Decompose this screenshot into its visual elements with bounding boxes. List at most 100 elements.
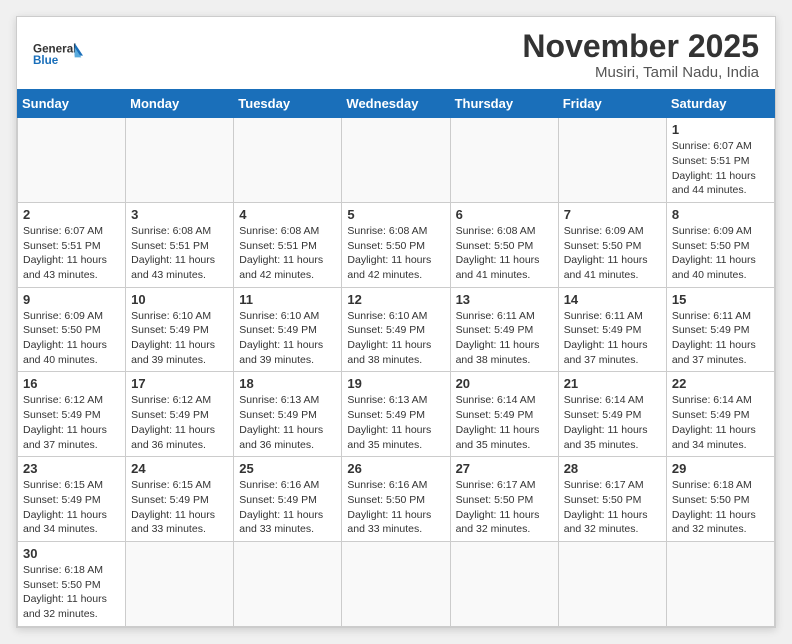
day-number: 27 <box>456 461 553 476</box>
day-number: 12 <box>347 292 444 307</box>
day-number: 25 <box>239 461 336 476</box>
calendar-cell: 19 Sunrise: 6:13 AM Sunset: 5:49 PM Dayli… <box>342 372 450 457</box>
day-number: 16 <box>23 376 120 391</box>
day-of-week-header: Wednesday <box>342 90 450 118</box>
day-number: 9 <box>23 292 120 307</box>
calendar-cell <box>234 118 342 203</box>
calendar-cell: 29Sunrise: 6:18 AM Sunset: 5:50 PM Dayli… <box>666 457 774 542</box>
calendar-cell <box>558 118 666 203</box>
day-info: Sunrise: 6:09 AM Sunset: 5:50 PM Dayligh… <box>23 309 120 368</box>
day-info: Sunrise: 6:10 AM Sunset: 5:49 PM Dayligh… <box>131 309 228 368</box>
calendar-cell: 23 Sunrise: 6:15 AM Sunset: 5:49 PM Dayli… <box>18 457 126 542</box>
calendar-cell: 1 Sunrise: 6:07 AM Sunset: 5:51 PM Daylig… <box>666 118 774 203</box>
day-number: 18 <box>239 376 336 391</box>
calendar-cell: 30Sunrise: 6:18 AM Sunset: 5:50 PM Dayli… <box>18 541 126 626</box>
calendar-cell <box>558 541 666 626</box>
day-number: 13 <box>456 292 553 307</box>
calendar-cell <box>18 118 126 203</box>
calendar-cell: 21Sunrise: 6:14 AM Sunset: 5:49 PM Dayli… <box>558 372 666 457</box>
day-info: Sunrise: 6:08 AM Sunset: 5:50 PM Dayligh… <box>456 224 553 283</box>
day-number: 21 <box>564 376 661 391</box>
day-info: Sunrise: 6:17 AM Sunset: 5:50 PM Dayligh… <box>456 478 553 537</box>
svg-text:Blue: Blue <box>33 54 59 67</box>
calendar-cell <box>342 541 450 626</box>
day-number: 1 <box>672 122 769 137</box>
day-info: Sunrise: 6:09 AM Sunset: 5:50 PM Dayligh… <box>564 224 661 283</box>
days-of-week-row: SundayMondayTuesdayWednesdayThursdayFrid… <box>18 90 775 118</box>
calendar-cell: 24Sunrise: 6:15 AM Sunset: 5:49 PM Dayli… <box>126 457 234 542</box>
calendar-cell: 11 Sunrise: 6:10 AM Sunset: 5:49 PM Dayli… <box>234 287 342 372</box>
calendar-cell: 20 Sunrise: 6:14 AM Sunset: 5:49 PM Dayli… <box>450 372 558 457</box>
day-info: Sunrise: 6:14 AM Sunset: 5:49 PM Dayligh… <box>456 393 553 452</box>
day-info: Sunrise: 6:13 AM Sunset: 5:49 PM Dayligh… <box>239 393 336 452</box>
day-info: Sunrise: 6:08 AM Sunset: 5:51 PM Dayligh… <box>239 224 336 283</box>
calendar-cell <box>450 541 558 626</box>
calendar-cell: 2 Sunrise: 6:07 AM Sunset: 5:51 PM Daylig… <box>18 202 126 287</box>
day-of-week-header: Saturday <box>666 90 774 118</box>
generalblue-logo-icon: General Blue <box>33 39 83 69</box>
day-number: 2 <box>23 207 120 222</box>
day-info: Sunrise: 6:15 AM Sunset: 5:49 PM Dayligh… <box>23 478 120 537</box>
calendar-cell: 12 Sunrise: 6:10 AM Sunset: 5:49 PM Dayli… <box>342 287 450 372</box>
calendar-cell: 7 Sunrise: 6:09 AM Sunset: 5:50 PM Daylig… <box>558 202 666 287</box>
calendar-cell <box>450 118 558 203</box>
day-number: 10 <box>131 292 228 307</box>
day-info: Sunrise: 6:16 AM Sunset: 5:50 PM Dayligh… <box>347 478 444 537</box>
calendar-container: General Blue November 2025 Musiri, Tamil… <box>16 16 776 628</box>
month-title: November 2025 <box>522 29 759 64</box>
calendar-cell: 8Sunrise: 6:09 AM Sunset: 5:50 PM Daylig… <box>666 202 774 287</box>
day-of-week-header: Tuesday <box>234 90 342 118</box>
day-number: 6 <box>456 207 553 222</box>
day-info: Sunrise: 6:08 AM Sunset: 5:51 PM Dayligh… <box>131 224 228 283</box>
day-number: 7 <box>564 207 661 222</box>
calendar-cell: 17Sunrise: 6:12 AM Sunset: 5:49 PM Dayli… <box>126 372 234 457</box>
day-info: Sunrise: 6:09 AM Sunset: 5:50 PM Dayligh… <box>672 224 769 283</box>
day-number: 20 <box>456 376 553 391</box>
day-of-week-header: Monday <box>126 90 234 118</box>
day-info: Sunrise: 6:11 AM Sunset: 5:49 PM Dayligh… <box>564 309 661 368</box>
calendar-cell: 6 Sunrise: 6:08 AM Sunset: 5:50 PM Daylig… <box>450 202 558 287</box>
calendar-cell: 28Sunrise: 6:17 AM Sunset: 5:50 PM Dayli… <box>558 457 666 542</box>
calendar-cell <box>126 541 234 626</box>
calendar-cell: 16Sunrise: 6:12 AM Sunset: 5:49 PM Dayli… <box>18 372 126 457</box>
calendar-body: 1 Sunrise: 6:07 AM Sunset: 5:51 PM Daylig… <box>18 118 775 627</box>
day-info: Sunrise: 6:07 AM Sunset: 5:51 PM Dayligh… <box>672 139 769 198</box>
calendar-cell: 4Sunrise: 6:08 AM Sunset: 5:51 PM Daylig… <box>234 202 342 287</box>
calendar-cell: 14 Sunrise: 6:11 AM Sunset: 5:49 PM Dayli… <box>558 287 666 372</box>
calendar-cell <box>666 541 774 626</box>
calendar-cell: 5Sunrise: 6:08 AM Sunset: 5:50 PM Daylig… <box>342 202 450 287</box>
calendar-header-row: SundayMondayTuesdayWednesdayThursdayFrid… <box>18 90 775 118</box>
calendar-cell <box>126 118 234 203</box>
day-info: Sunrise: 6:10 AM Sunset: 5:49 PM Dayligh… <box>239 309 336 368</box>
day-info: Sunrise: 6:14 AM Sunset: 5:49 PM Dayligh… <box>672 393 769 452</box>
calendar-cell: 27 Sunrise: 6:17 AM Sunset: 5:50 PM Dayli… <box>450 457 558 542</box>
day-number: 23 <box>23 461 120 476</box>
day-number: 14 <box>564 292 661 307</box>
day-info: Sunrise: 6:12 AM Sunset: 5:49 PM Dayligh… <box>131 393 228 452</box>
calendar-week-row: 16 Sunrise: 6:12 AM Sunset: 5:49 PM Dayli… <box>18 372 775 457</box>
calendar-cell: 9 Sunrise: 6:09 AM Sunset: 5:50 PM Daylig… <box>18 287 126 372</box>
day-number: 28 <box>564 461 661 476</box>
calendar-cell: 18 Sunrise: 6:13 AM Sunset: 5:49 PM Dayli… <box>234 372 342 457</box>
day-info: Sunrise: 6:11 AM Sunset: 5:49 PM Dayligh… <box>672 309 769 368</box>
calendar-header: General Blue November 2025 Musiri, Tamil… <box>17 17 775 89</box>
calendar-week-row: 23 Sunrise: 6:15 AM Sunset: 5:49 PM Dayli… <box>18 457 775 542</box>
day-number: 5 <box>347 207 444 222</box>
calendar-cell: 13Sunrise: 6:11 AM Sunset: 5:49 PM Dayli… <box>450 287 558 372</box>
calendar-week-row: 1 Sunrise: 6:07 AM Sunset: 5:51 PM Daylig… <box>18 118 775 203</box>
day-info: Sunrise: 6:13 AM Sunset: 5:49 PM Dayligh… <box>347 393 444 452</box>
calendar-cell: 15 Sunrise: 6:11 AM Sunset: 5:49 PM Dayli… <box>666 287 774 372</box>
logo-area: General Blue <box>33 39 83 71</box>
calendar-cell: 25Sunrise: 6:16 AM Sunset: 5:49 PM Dayli… <box>234 457 342 542</box>
day-number: 3 <box>131 207 228 222</box>
day-number: 15 <box>672 292 769 307</box>
location: Musiri, Tamil Nadu, India <box>522 64 759 81</box>
day-number: 24 <box>131 461 228 476</box>
calendar-cell: 22Sunrise: 6:14 AM Sunset: 5:49 PM Dayli… <box>666 372 774 457</box>
day-number: 26 <box>347 461 444 476</box>
calendar-week-row: 2 Sunrise: 6:07 AM Sunset: 5:51 PM Daylig… <box>18 202 775 287</box>
day-number: 11 <box>239 292 336 307</box>
day-info: Sunrise: 6:10 AM Sunset: 5:49 PM Dayligh… <box>347 309 444 368</box>
day-info: Sunrise: 6:07 AM Sunset: 5:51 PM Dayligh… <box>23 224 120 283</box>
day-number: 19 <box>347 376 444 391</box>
